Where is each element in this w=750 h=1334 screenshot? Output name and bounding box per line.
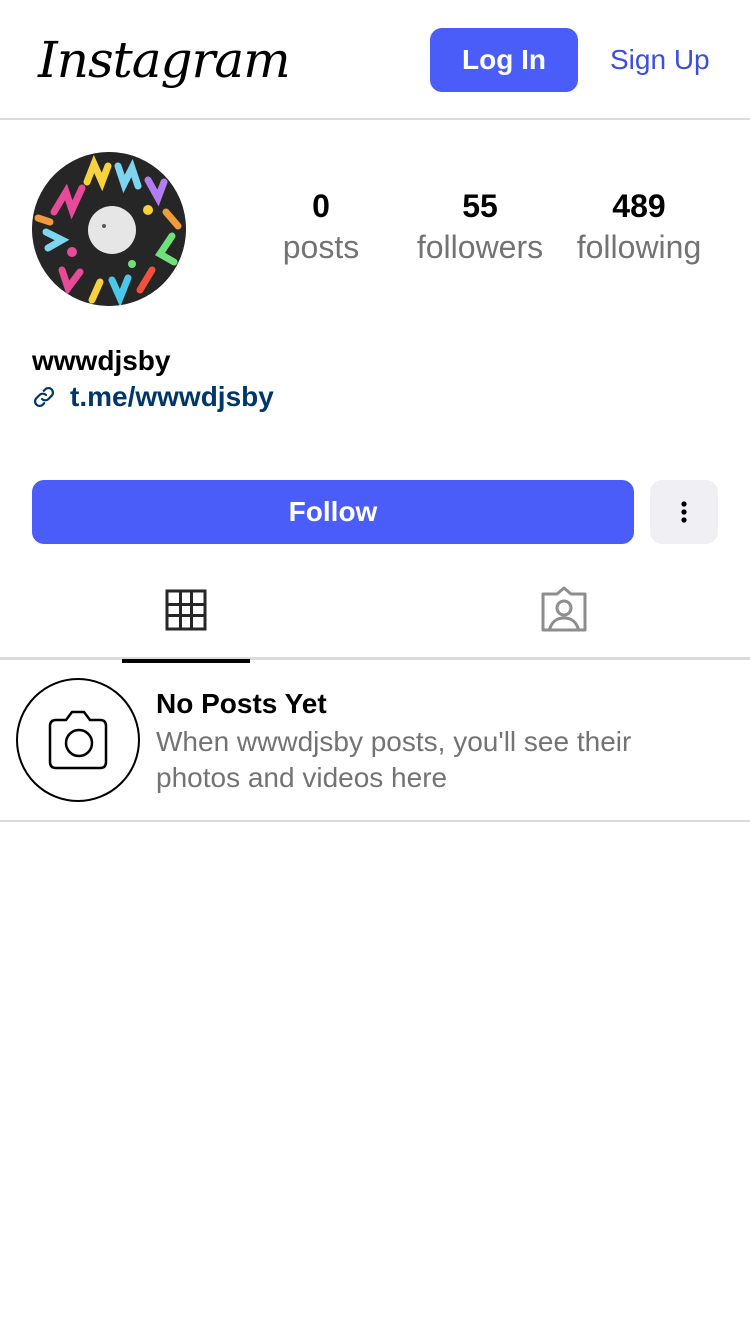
grid-icon [165, 589, 207, 631]
profile-avatar[interactable] [32, 152, 186, 306]
tagged-user-icon [541, 586, 587, 632]
profile-link[interactable]: t.me/wwwdjsby [32, 380, 274, 414]
top-bar: Instagram Log In Sign Up [0, 0, 750, 120]
camera-icon-circle [16, 678, 140, 802]
profile-username: wwwdjsby [32, 345, 171, 376]
avatar-image [32, 152, 186, 306]
empty-state-description: When wwwdjsby posts, you'll see their ph… [156, 726, 632, 793]
following-count: 489 [612, 188, 666, 224]
follow-button[interactable]: Follow [32, 480, 634, 544]
profile-link-text[interactable]: t.me/wwwdjsby [70, 380, 274, 414]
following-stat[interactable]: 489 following [559, 186, 719, 268]
empty-posts-state: No Posts Yet When wwwdjsby posts, you'll… [0, 660, 750, 822]
instagram-logo[interactable]: Instagram [38, 28, 291, 92]
sign-up-link[interactable]: Sign Up [610, 28, 710, 92]
tab-tagged[interactable] [500, 570, 628, 660]
more-options-button[interactable] [650, 480, 718, 544]
log-in-button[interactable]: Log In [430, 28, 578, 92]
camera-icon [48, 710, 108, 770]
empty-state-title: No Posts Yet [156, 688, 327, 719]
posts-label: posts [282, 229, 360, 265]
posts-count: 0 [312, 188, 330, 224]
followers-count: 55 [462, 188, 498, 224]
followers-label: followers [416, 229, 544, 265]
tab-posts-grid[interactable] [122, 570, 250, 663]
followers-stat[interactable]: 55 followers [400, 186, 560, 268]
profile-tabs [0, 570, 750, 663]
following-label: following [576, 229, 702, 265]
posts-stat: 0 posts [241, 186, 401, 268]
link-icon [32, 385, 56, 409]
more-vertical-icon [681, 501, 687, 523]
